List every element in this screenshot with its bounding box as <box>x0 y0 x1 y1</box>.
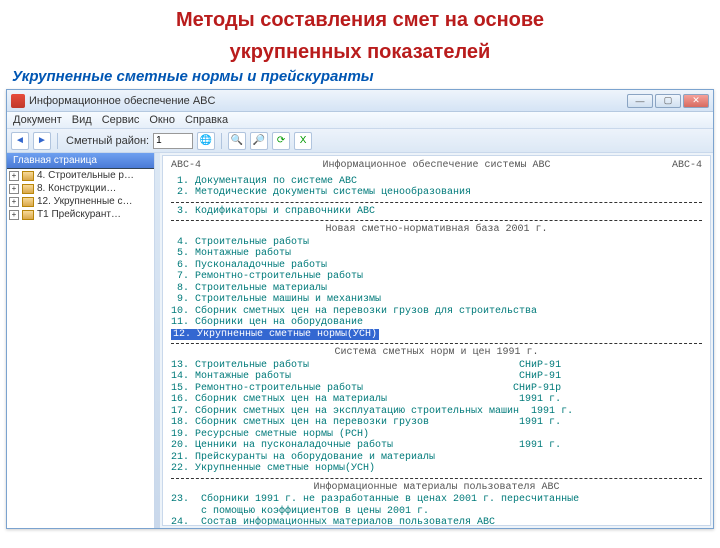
list-item: с помощью коэффициентов в цены 2001 г. <box>171 506 702 518</box>
nav-back-button[interactable]: ◄ <box>11 132 29 150</box>
expand-icon[interactable]: + <box>9 184 19 194</box>
menu-document[interactable]: Документ <box>13 114 62 126</box>
minimize-button[interactable]: — <box>627 94 653 108</box>
district-input[interactable] <box>153 133 193 149</box>
menu-window[interactable]: Окно <box>149 114 175 126</box>
section-title: Новая сметно-нормативная база 2001 г. <box>171 224 702 236</box>
toolbar: ◄ ► Сметный район: 🌐 🔍 🔎 ⟳ X <box>7 129 713 153</box>
list-item[interactable]: 20. Ценники на пусконаладочные работы 19… <box>171 440 702 452</box>
book-icon <box>22 184 34 194</box>
doc-header: ABC-4 Информационное обеспечение системы… <box>171 160 702 172</box>
close-button[interactable]: ✕ <box>683 94 709 108</box>
list-item[interactable]: 18. Сборник сметных цен на перевозки гру… <box>171 417 702 429</box>
list-item[interactable]: 7. Ремонтно-строительные работы <box>171 271 702 283</box>
list-item[interactable]: 4. Строительные работы <box>171 237 702 249</box>
expand-icon[interactable]: + <box>9 171 19 181</box>
slide-title-l2: укрупненных показателей <box>20 40 700 64</box>
list-item[interactable]: 24. Состав информационных материалов пол… <box>171 517 702 526</box>
list-item[interactable]: 3. Кодификаторы и справочники ABC <box>171 206 702 218</box>
tree-panel: Главная страница +4. Строительные р… +8.… <box>7 153 155 528</box>
splitter[interactable] <box>155 153 160 528</box>
menubar: Документ Вид Сервис Окно Справка <box>7 112 713 129</box>
titlebar: Информационное обеспечение ABC — ▢ ✕ <box>7 90 713 112</box>
list-item[interactable]: 16. Сборник сметных цен на материалы 199… <box>171 394 702 406</box>
list-item[interactable]: 8. Строительные материалы <box>171 283 702 295</box>
slide-subtitle: Укрупненные сметные нормы и прейскуранты <box>12 68 720 85</box>
globe-icon[interactable]: 🌐 <box>197 132 215 150</box>
app-window: Информационное обеспечение ABC — ▢ ✕ Док… <box>6 89 714 529</box>
refresh-icon[interactable]: ⟳ <box>272 132 290 150</box>
tree-item-label: Т1 Прейскурант… <box>37 209 121 220</box>
slide-title-l1: Методы составления смет на основе <box>20 8 700 32</box>
tree-item-label: 12. Укрупненные с… <box>37 196 132 207</box>
list-item[interactable]: 19. Ресурсные сметные нормы (РСН) <box>171 429 702 441</box>
menu-service[interactable]: Сервис <box>102 114 140 126</box>
tree-item[interactable]: +4. Строительные р… <box>7 169 154 182</box>
district-label: Сметный район: <box>66 135 149 147</box>
menu-view[interactable]: Вид <box>72 114 92 126</box>
section-title: Информационные материалы пользователя AB… <box>171 482 702 494</box>
tree-item[interactable]: + Т1 Прейскурант… <box>7 208 154 221</box>
section-title: Система сметных норм и цен 1991 г. <box>171 347 702 359</box>
list-item-selected[interactable]: 12. Укрупненные сметные нормы(УСН) <box>171 329 702 341</box>
list-item[interactable]: 13. Строительные работы СНиР-91 <box>171 360 702 372</box>
tree-item-label: 4. Строительные р… <box>37 170 134 181</box>
zoom-out-icon[interactable]: 🔎 <box>250 132 268 150</box>
content-pane[interactable]: ABC-4 Информационное обеспечение системы… <box>162 155 711 526</box>
list-item[interactable]: 21. Прейскуранты на оборудование и матер… <box>171 452 702 464</box>
tree-item[interactable]: +12. Укрупненные с… <box>7 195 154 208</box>
list-item[interactable]: 22. Укрупненные сметные нормы(УСН) <box>171 463 702 475</box>
list-item[interactable]: 17. Сборник сметных цен на эксплуатацию … <box>171 406 702 418</box>
menu-help[interactable]: Справка <box>185 114 228 126</box>
book-icon <box>22 197 34 207</box>
list-item[interactable]: 23. Сборники 1991 г. не разработанные в … <box>171 494 702 506</box>
app-icon <box>11 94 25 108</box>
list-item[interactable]: 9. Строительные машины и механизмы <box>171 294 702 306</box>
workarea: Главная страница +4. Строительные р… +8.… <box>7 153 713 528</box>
expand-icon[interactable]: + <box>9 197 19 207</box>
list-item[interactable]: 6. Пусконаладочные работы <box>171 260 702 272</box>
maximize-button[interactable]: ▢ <box>655 94 681 108</box>
export-excel-icon[interactable]: X <box>294 132 312 150</box>
list-item[interactable]: 1. Документация по системе ABC <box>171 176 702 188</box>
book-icon <box>22 210 34 220</box>
list-item[interactable]: 14. Монтажные работы СНиР-91 <box>171 371 702 383</box>
tree-item[interactable]: +8. Конструкции… <box>7 182 154 195</box>
list-item[interactable]: 2. Методические документы системы ценооб… <box>171 187 702 199</box>
book-icon <box>22 171 34 181</box>
window-title: Информационное обеспечение ABC <box>29 95 215 107</box>
list-item[interactable]: 11. Сборники цен на оборудование <box>171 317 702 329</box>
list-item[interactable]: 5. Монтажные работы <box>171 248 702 260</box>
tree-item-label: 8. Конструкции… <box>37 183 116 194</box>
expand-icon[interactable]: + <box>9 210 19 220</box>
zoom-in-icon[interactable]: 🔍 <box>228 132 246 150</box>
list-item[interactable]: 10. Сборник сметных цен на перевозки гру… <box>171 306 702 318</box>
list-item[interactable]: 15. Ремонтно-строительные работы СНиР-91… <box>171 383 702 395</box>
nav-fwd-button[interactable]: ► <box>33 132 51 150</box>
tree-tab-main[interactable]: Главная страница <box>7 153 154 169</box>
